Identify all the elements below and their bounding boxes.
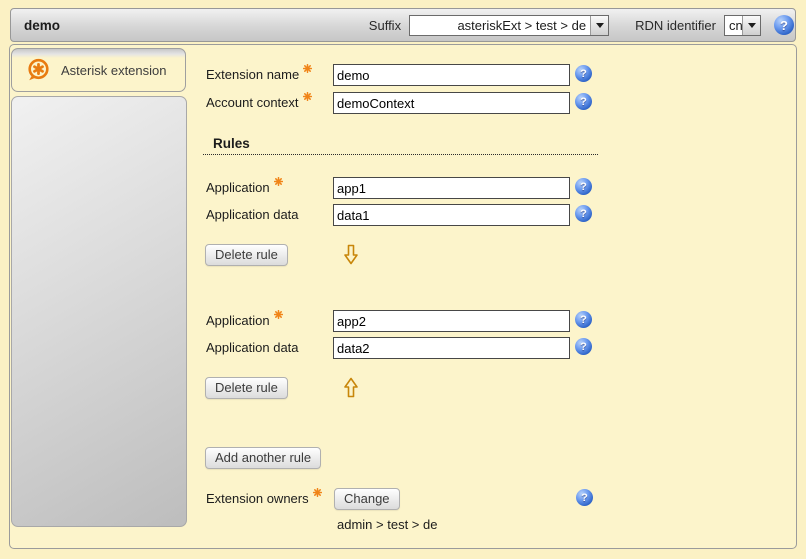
page-title: demo [24, 18, 60, 33]
add-rule-button[interactable]: Add another rule [205, 447, 321, 469]
required-icon [303, 92, 312, 101]
tab-asterisk-extension[interactable]: Asterisk extension [11, 48, 186, 92]
change-owners-button[interactable]: Change [334, 488, 400, 510]
page: demo Suffix asteriskExt > test > de RDN … [0, 0, 806, 559]
required-icon [313, 488, 322, 497]
titlebar: demo Suffix asteriskExt > test > de RDN … [10, 8, 796, 42]
application-data-label: Application data [206, 204, 299, 226]
tab-label: Asterisk extension [61, 63, 167, 78]
move-rule-down-icon[interactable] [343, 244, 359, 265]
extension-owners-label: Extension owners [206, 488, 322, 510]
rdn-identifier-label: RDN identifier [635, 18, 716, 33]
suffix-select-value: asteriskExt > test > de [410, 16, 590, 35]
application-label: Application [206, 310, 283, 332]
help-icon[interactable]: ? [575, 311, 592, 328]
required-icon [303, 64, 312, 73]
move-rule-up-icon[interactable] [343, 377, 359, 398]
required-icon [274, 177, 283, 186]
help-icon[interactable]: ? [575, 205, 592, 222]
help-icon[interactable]: ? [575, 178, 592, 195]
application-input[interactable] [333, 177, 570, 199]
required-icon [274, 310, 283, 319]
help-icon[interactable]: ? [576, 489, 593, 506]
help-icon[interactable]: ? [575, 338, 592, 355]
help-icon[interactable]: ? [575, 65, 592, 82]
help-icon[interactable]: ? [575, 93, 592, 110]
extension-name-input[interactable] [333, 64, 570, 86]
application-data-input[interactable] [333, 337, 570, 359]
rdn-identifier-select[interactable]: cn [724, 15, 761, 36]
dropdown-arrow-icon[interactable] [742, 16, 760, 35]
extension-name-label: Extension name [206, 64, 312, 86]
account-context-input[interactable] [333, 92, 570, 114]
asterisk-logo-icon [25, 57, 51, 83]
application-data-input[interactable] [333, 204, 570, 226]
delete-rule-button[interactable]: Delete rule [205, 377, 288, 399]
rdn-select-value: cn [725, 16, 742, 35]
delete-rule-button[interactable]: Delete rule [205, 244, 288, 266]
dropdown-arrow-icon[interactable] [590, 16, 608, 35]
suffix-label: Suffix [369, 18, 401, 33]
application-label: Application [206, 177, 283, 199]
suffix-select[interactable]: asteriskExt > test > de [409, 15, 609, 36]
sidebar-background [11, 96, 187, 527]
rules-section-header: Rules [203, 136, 598, 155]
application-data-label: Application data [206, 337, 299, 359]
help-icon[interactable]: ? [774, 15, 794, 35]
extension-owners-value: admin > test > de [337, 514, 437, 536]
account-context-label: Account context [206, 92, 312, 114]
application-input[interactable] [333, 310, 570, 332]
